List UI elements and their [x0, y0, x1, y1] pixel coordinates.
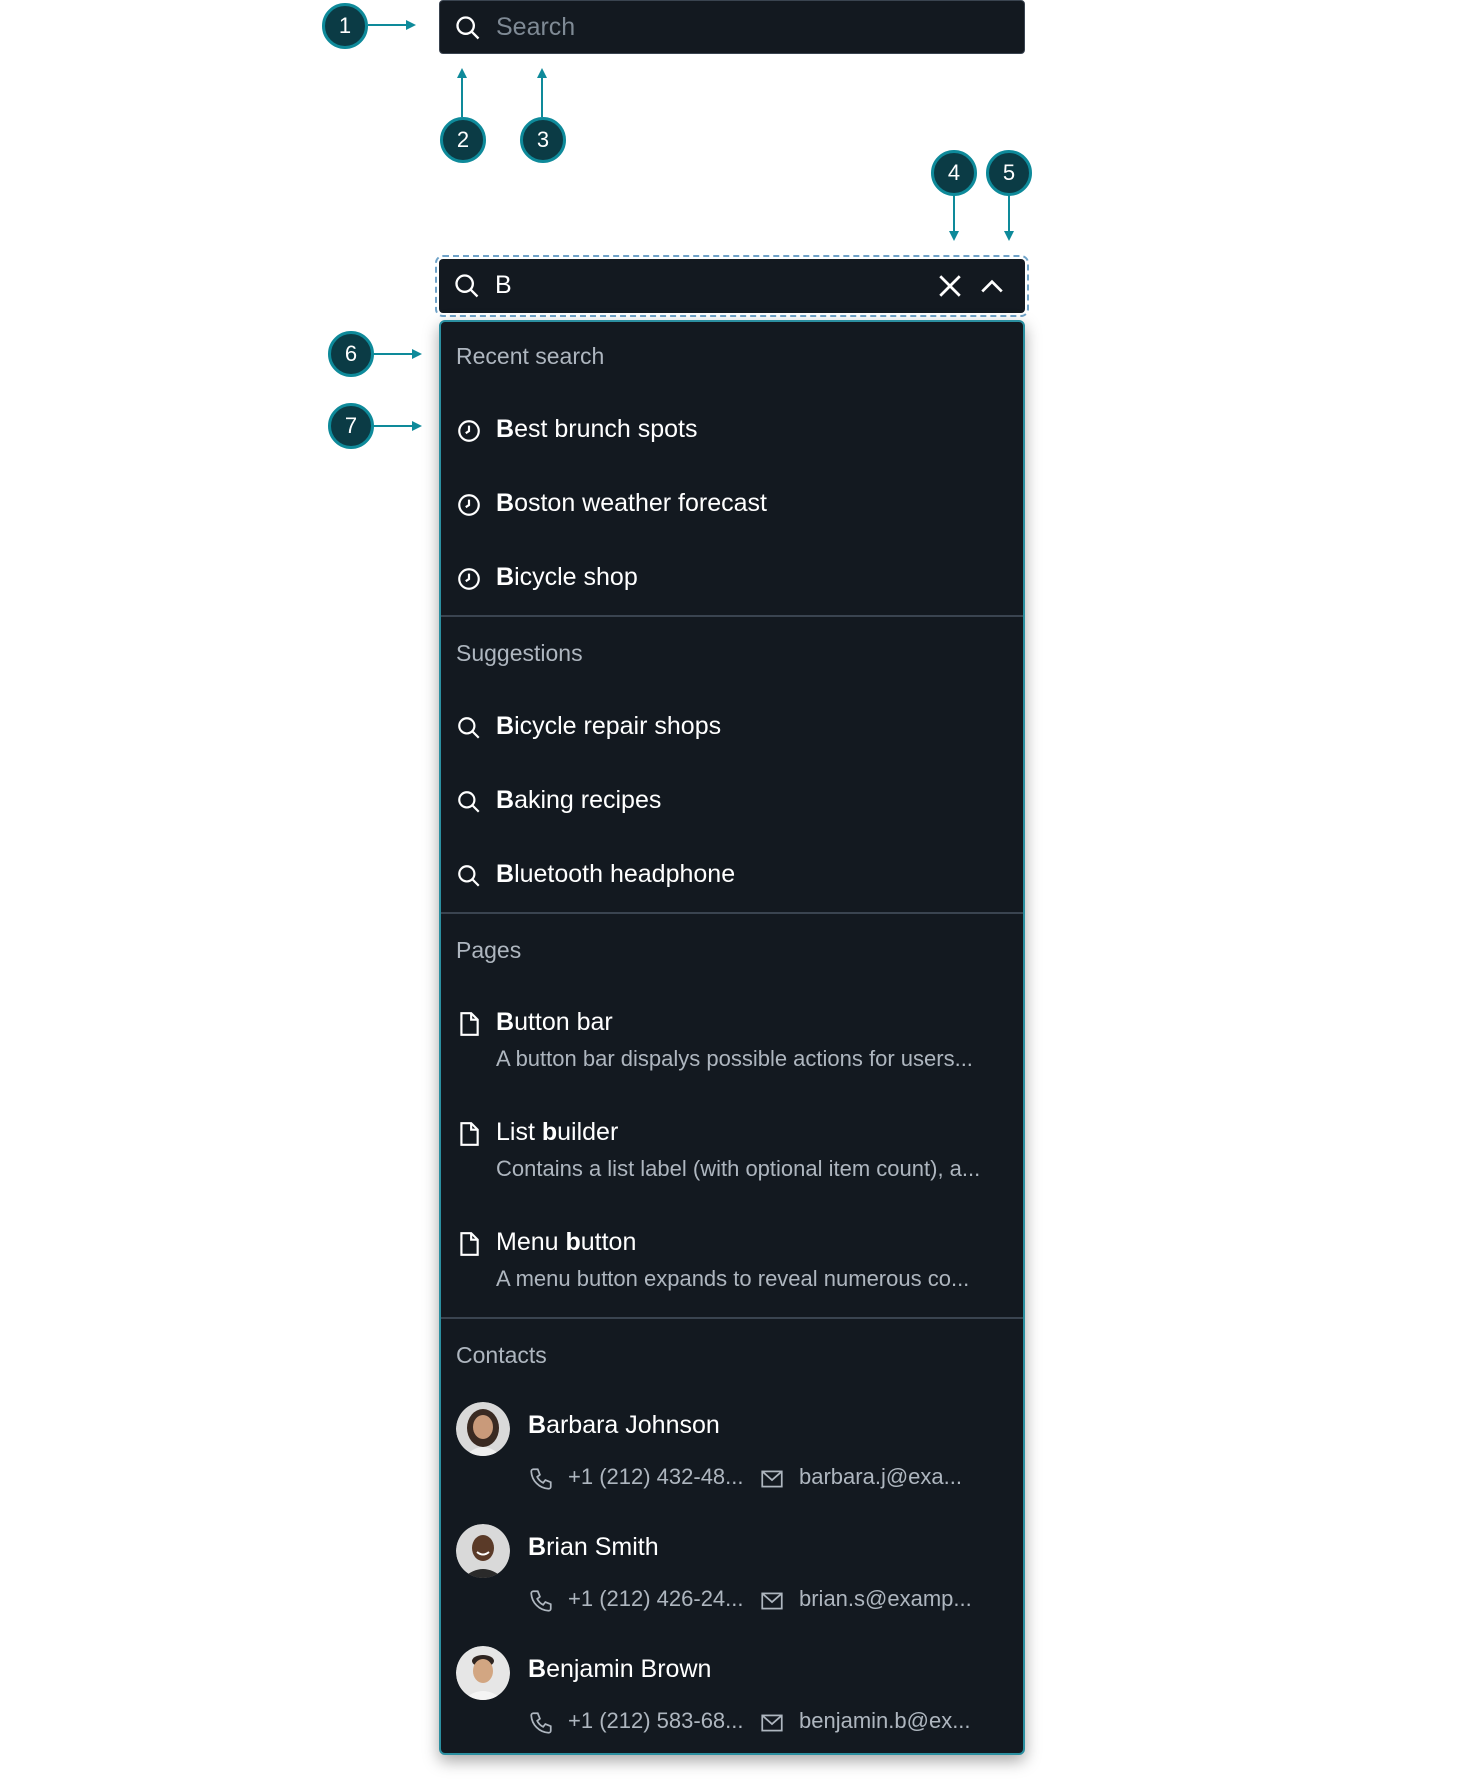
mail-icon	[761, 1592, 783, 1610]
section-divider	[441, 912, 1023, 914]
match-highlight: B	[496, 489, 515, 517]
document-icon	[460, 1012, 479, 1036]
page-item-title: utton	[580, 1228, 637, 1256]
callout-arrow-7	[372, 425, 414, 427]
recent-item-label: icycle shop	[514, 563, 638, 591]
section-divider	[441, 1317, 1023, 1319]
match-highlight: B	[496, 1008, 515, 1036]
page-item-title: utton bar	[514, 1008, 613, 1036]
contact-phone[interactable]: +1 (212) 426-24...	[568, 1586, 744, 1612]
document-icon	[460, 1122, 479, 1146]
page-item-description: A menu button expands to reveal numerous…	[496, 1266, 970, 1291]
callout-arrowhead-6	[412, 349, 422, 359]
callout-badge-5: 5	[986, 150, 1032, 196]
section-divider	[441, 615, 1023, 617]
callout-arrow-5	[1008, 195, 1010, 231]
clock-icon	[458, 568, 480, 590]
callout-arrowhead-7	[412, 421, 422, 431]
suggestion-item-label: aking recipes	[514, 786, 662, 814]
recent-item-label: oston weather forecast	[514, 489, 767, 517]
suggestion-item-label: icycle repair shops	[514, 712, 722, 740]
callout-badge-1: 1	[322, 3, 368, 49]
contact-email[interactable]: barbara.j@exa...	[799, 1464, 962, 1490]
callout-arrow-4	[953, 195, 955, 231]
callout-badge-6: 6	[328, 331, 374, 377]
match-highlight: b	[565, 1228, 581, 1256]
page-item-description: A button bar dispalys possible actions f…	[496, 1046, 973, 1071]
callout-arrow-2	[461, 75, 463, 117]
callout-badge-3: 3	[520, 117, 566, 163]
callout-badge-2: 2	[440, 117, 486, 163]
search-icon	[458, 865, 480, 887]
contact-phone[interactable]: +1 (212) 432-48...	[568, 1464, 744, 1490]
callout-arrowhead-4	[949, 231, 959, 241]
mail-icon	[761, 1714, 783, 1732]
document-icon	[460, 1232, 479, 1256]
callout-arrowhead-5	[1004, 231, 1014, 241]
phone-icon	[530, 1468, 552, 1490]
match-highlight: B	[528, 1533, 547, 1561]
phone-icon	[530, 1712, 552, 1734]
search-input-value[interactable]: B	[495, 271, 512, 300]
section-heading-suggestions: Suggestions	[456, 640, 583, 666]
contact-name: Barbara Johnson	[528, 1411, 720, 1439]
search-bar-expanded[interactable]: B	[435, 255, 1029, 317]
callout-arrow-3	[541, 75, 543, 117]
match-highlight: B	[528, 1411, 547, 1439]
avatar	[456, 1524, 510, 1578]
phone-icon	[530, 1590, 552, 1612]
avatar	[456, 1402, 510, 1456]
callout-arrow-6	[372, 353, 414, 355]
clock-icon	[458, 420, 480, 442]
callout-arrow-1	[368, 24, 408, 26]
match-highlight: B	[496, 860, 515, 888]
contact-phone[interactable]: +1 (212) 583-68...	[568, 1708, 744, 1734]
chevron-up-icon[interactable]	[979, 273, 1005, 299]
search-placeholder: Search	[496, 13, 576, 41]
search-results-panel: Recent search Best brunch spots Boston w…	[439, 320, 1025, 1755]
contact-email[interactable]: brian.s@examp...	[799, 1586, 972, 1612]
match-highlight: b	[541, 1118, 558, 1146]
search-icon	[456, 16, 480, 40]
contact-email[interactable]: benjamin.b@ex...	[799, 1708, 971, 1734]
recent-item-label: est brunch spots	[514, 415, 698, 443]
page-item-description: Contains a list label (with optional ite…	[496, 1156, 981, 1181]
suggestion-item-label: luetooth headphone	[514, 860, 736, 888]
callout-badge-7: 7	[328, 403, 374, 449]
callout-badge-4: 4	[931, 150, 977, 196]
search-bar-collapsed[interactable]: Search	[439, 0, 1025, 54]
avatar	[456, 1646, 510, 1700]
section-heading-contacts: Contacts	[456, 1342, 547, 1368]
match-highlight: B	[496, 712, 515, 740]
mail-icon	[761, 1470, 783, 1488]
section-heading-pages: Pages	[456, 937, 522, 963]
section-heading-recent: Recent search	[456, 343, 605, 369]
search-icon	[458, 717, 480, 739]
match-highlight: B	[496, 563, 515, 591]
close-icon[interactable]	[937, 273, 963, 299]
contact-name: Brian Smith	[528, 1533, 659, 1561]
match-highlight: B	[528, 1655, 547, 1683]
callout-arrowhead-1	[406, 20, 416, 30]
search-icon	[458, 791, 480, 813]
page-item-title: uilder	[557, 1118, 619, 1146]
contact-name: Benjamin Brown	[528, 1655, 712, 1683]
match-highlight: B	[496, 786, 515, 814]
search-icon	[455, 274, 479, 298]
clock-icon	[458, 494, 480, 516]
match-highlight: B	[496, 415, 515, 443]
